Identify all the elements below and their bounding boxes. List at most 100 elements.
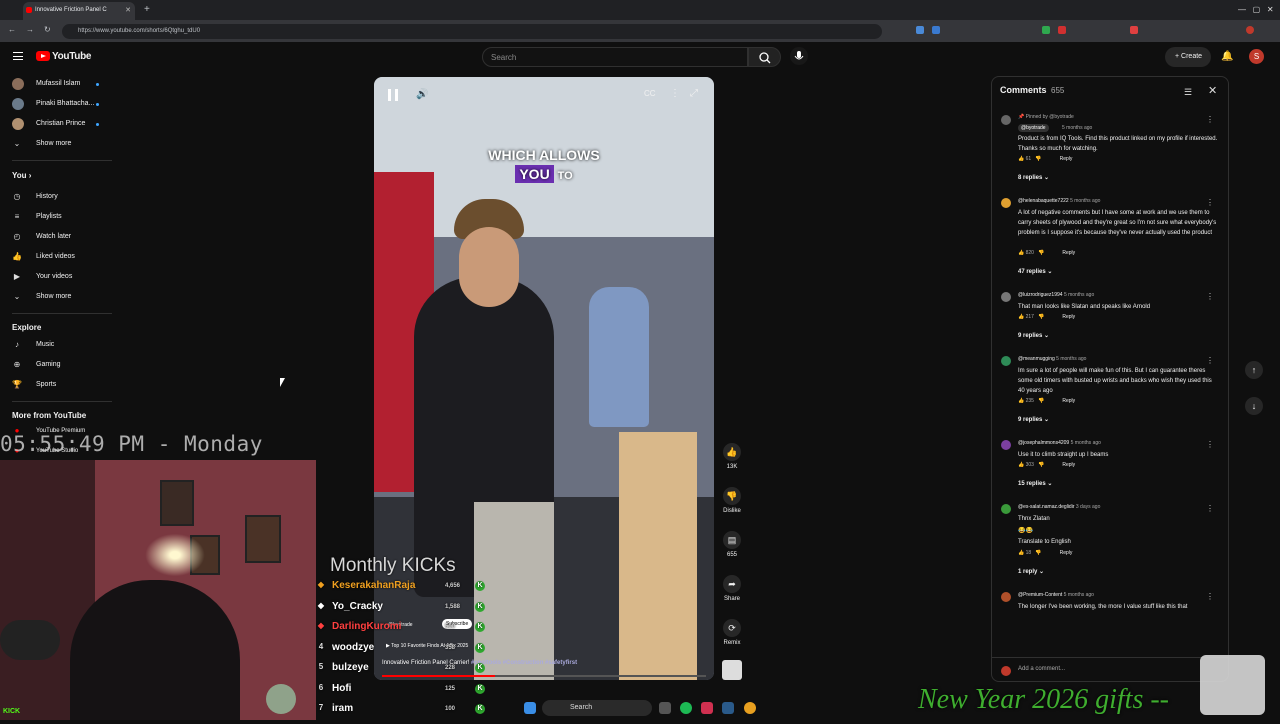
extension-icon[interactable] xyxy=(1130,26,1138,34)
previous-video-button[interactable]: ↑ xyxy=(1245,361,1263,379)
comment-author[interactable]: @byotrade xyxy=(1018,124,1049,132)
more-vert-icon[interactable]: ⋮ xyxy=(670,88,680,99)
next-video-button[interactable]: ↓ xyxy=(1245,397,1263,415)
sidebar-item-liked-videos[interactable]: 👍 Liked videos xyxy=(0,248,115,266)
pause-icon[interactable] xyxy=(388,89,398,101)
comments-button[interactable]: ▤ 655 xyxy=(722,531,742,558)
reply-button[interactable]: Reply xyxy=(1062,314,1075,320)
sidebar-item-history[interactable]: ◷ History xyxy=(0,188,115,206)
volume-icon[interactable]: 🔊 xyxy=(416,89,428,100)
back-icon[interactable]: ← xyxy=(8,25,16,34)
voice-search-button[interactable] xyxy=(790,47,808,65)
windows-start-icon[interactable] xyxy=(524,702,536,714)
thumbs-up-icon[interactable]: 👍 xyxy=(1018,398,1024,404)
extension-icon[interactable] xyxy=(916,26,924,34)
more-vert-icon[interactable]: ⋮ xyxy=(1206,440,1214,449)
thumbs-up-icon[interactable]: 👍 xyxy=(1018,462,1024,468)
view-replies-button[interactable]: 9 replies ⌄ xyxy=(1018,416,1049,423)
taskbar-app-icon[interactable] xyxy=(701,702,713,714)
thumbs-up-icon[interactable]: 👍 xyxy=(1018,550,1024,556)
thumbs-up-icon[interactable]: 👍 xyxy=(1018,250,1024,256)
thumbs-down-icon[interactable]: 👎 xyxy=(1038,462,1044,468)
view-replies-button[interactable]: 9 replies ⌄ xyxy=(1018,332,1049,339)
extension-icon[interactable] xyxy=(1058,26,1066,34)
spotify-icon[interactable] xyxy=(680,702,692,714)
view-replies-button[interactable]: 47 replies ⌄ xyxy=(1018,268,1052,275)
commenter-avatar[interactable] xyxy=(1001,504,1011,514)
commenter-avatar[interactable] xyxy=(1001,592,1011,602)
browser-tab[interactable]: Innovative Friction Panel C ✕ xyxy=(23,2,135,20)
sidebar-item-watch-later[interactable]: ◴ Watch later xyxy=(0,228,115,246)
more-vert-icon[interactable]: ⋮ xyxy=(1206,115,1214,124)
thumbs-down-icon[interactable]: 👎 xyxy=(1038,398,1044,404)
sidebar-item-your-videos[interactable]: ▶ Your videos xyxy=(0,268,115,286)
thumbs-up-icon[interactable]: 👍 xyxy=(1018,156,1024,162)
sidebar-item-gaming[interactable]: ⊕ Gaming xyxy=(0,356,115,374)
close-icon[interactable]: ✕ xyxy=(1208,84,1217,97)
comment-author[interactable]: @es-salat.namaz.deglidir xyxy=(1018,504,1075,510)
youtube-logo-icon[interactable] xyxy=(36,51,50,61)
thumbs-down-icon[interactable]: 👎 xyxy=(1035,156,1041,162)
youtube-wordmark[interactable]: YouTube xyxy=(52,51,92,62)
fullscreen-icon[interactable]: ⤢ xyxy=(690,88,698,99)
search-button[interactable] xyxy=(748,47,781,67)
thumbs-down-icon[interactable]: 👎 xyxy=(1035,550,1041,556)
account-avatar[interactable]: S xyxy=(1249,49,1264,64)
thumbs-down-icon[interactable]: 👎 xyxy=(1038,314,1044,320)
you-section-heading[interactable]: You › xyxy=(12,171,31,180)
captions-icon[interactable]: CC xyxy=(644,89,656,98)
view-replies-button[interactable]: 8 replies ⌄ xyxy=(1018,174,1049,181)
commenter-avatar[interactable] xyxy=(1001,198,1011,208)
more-vert-icon[interactable]: ⋮ xyxy=(1206,198,1214,207)
window-controls-icon[interactable]: — ▢ ✕ xyxy=(1238,5,1274,14)
more-vert-icon[interactable]: ⋮ xyxy=(1206,504,1214,513)
thumbs-up-icon[interactable]: 👍 xyxy=(1018,314,1024,320)
comment-author[interactable]: @meanmugging xyxy=(1018,356,1055,362)
notifications-bell-icon[interactable]: 🔔 xyxy=(1221,51,1233,62)
reply-button[interactable]: Reply xyxy=(1062,462,1075,468)
close-tab-icon[interactable]: ✕ xyxy=(125,6,131,14)
chrome-icon[interactable] xyxy=(744,702,756,714)
create-button[interactable]: + Create xyxy=(1165,47,1211,67)
commenter-avatar[interactable] xyxy=(1001,115,1011,125)
view-replies-button[interactable]: 1 reply ⌄ xyxy=(1018,568,1044,575)
reply-button[interactable]: Reply xyxy=(1060,550,1073,556)
translate-link[interactable]: Translate to English xyxy=(1018,537,1218,547)
thumbs-down-icon[interactable]: 👎 xyxy=(1038,250,1044,256)
sidebar-item-sports[interactable]: 🏆 Sports xyxy=(0,376,115,394)
share-button[interactable]: ➦ Share xyxy=(722,575,742,602)
steam-icon[interactable] xyxy=(722,702,734,714)
sidebar-show-more[interactable]: ⌄ Show more xyxy=(0,288,115,306)
more-vert-icon[interactable]: ⋮ xyxy=(1206,292,1214,301)
sidebar-item-music[interactable]: ♪ Music xyxy=(0,336,115,354)
add-comment-field[interactable]: Add a comment... xyxy=(992,657,1228,681)
comment-author[interactable]: @luizrodriguez1994 xyxy=(1018,292,1063,298)
commenter-avatar[interactable] xyxy=(1001,292,1011,302)
comment-author[interactable]: @helenabaquette7222 xyxy=(1018,198,1069,204)
hamburger-menu-icon[interactable] xyxy=(13,52,23,60)
sort-icon[interactable]: ☰ xyxy=(1184,87,1192,98)
profile-icon[interactable] xyxy=(1246,26,1254,34)
reply-button[interactable]: Reply xyxy=(1062,250,1075,256)
like-button[interactable]: 👍 13K xyxy=(722,443,742,470)
comment-author[interactable]: @josephalmmons4209 xyxy=(1018,440,1069,446)
extension-icon[interactable] xyxy=(932,26,940,34)
more-vert-icon[interactable]: ⋮ xyxy=(1206,356,1214,365)
sidebar-subscription[interactable]: Mufassil Islam xyxy=(0,75,115,93)
reply-button[interactable]: Reply xyxy=(1060,156,1073,162)
address-bar[interactable]: https://www.youtube.com/shorts/6Qtghu_td… xyxy=(62,24,882,39)
reload-icon[interactable]: ↻ xyxy=(44,25,51,34)
more-vert-icon[interactable]: ⋮ xyxy=(1206,592,1214,601)
sidebar-item-playlists[interactable]: ≡ Playlists xyxy=(0,208,115,226)
taskbar-app-icon[interactable] xyxy=(659,702,671,714)
new-tab-icon[interactable]: + xyxy=(144,4,150,15)
sidebar-subscription[interactable]: Pinaki Bhattacha... xyxy=(0,95,115,113)
sidebar-show-more[interactable]: ⌄ Show more xyxy=(0,135,115,153)
sound-thumbnail[interactable] xyxy=(722,660,742,680)
search-input[interactable]: Search xyxy=(482,47,748,67)
commenter-avatar[interactable] xyxy=(1001,356,1011,366)
taskbar-search[interactable]: Search xyxy=(542,700,652,716)
extension-icon[interactable] xyxy=(1042,26,1050,34)
view-replies-button[interactable]: 15 replies ⌄ xyxy=(1018,480,1052,487)
remix-button[interactable]: ⟳ Remix xyxy=(722,619,742,646)
